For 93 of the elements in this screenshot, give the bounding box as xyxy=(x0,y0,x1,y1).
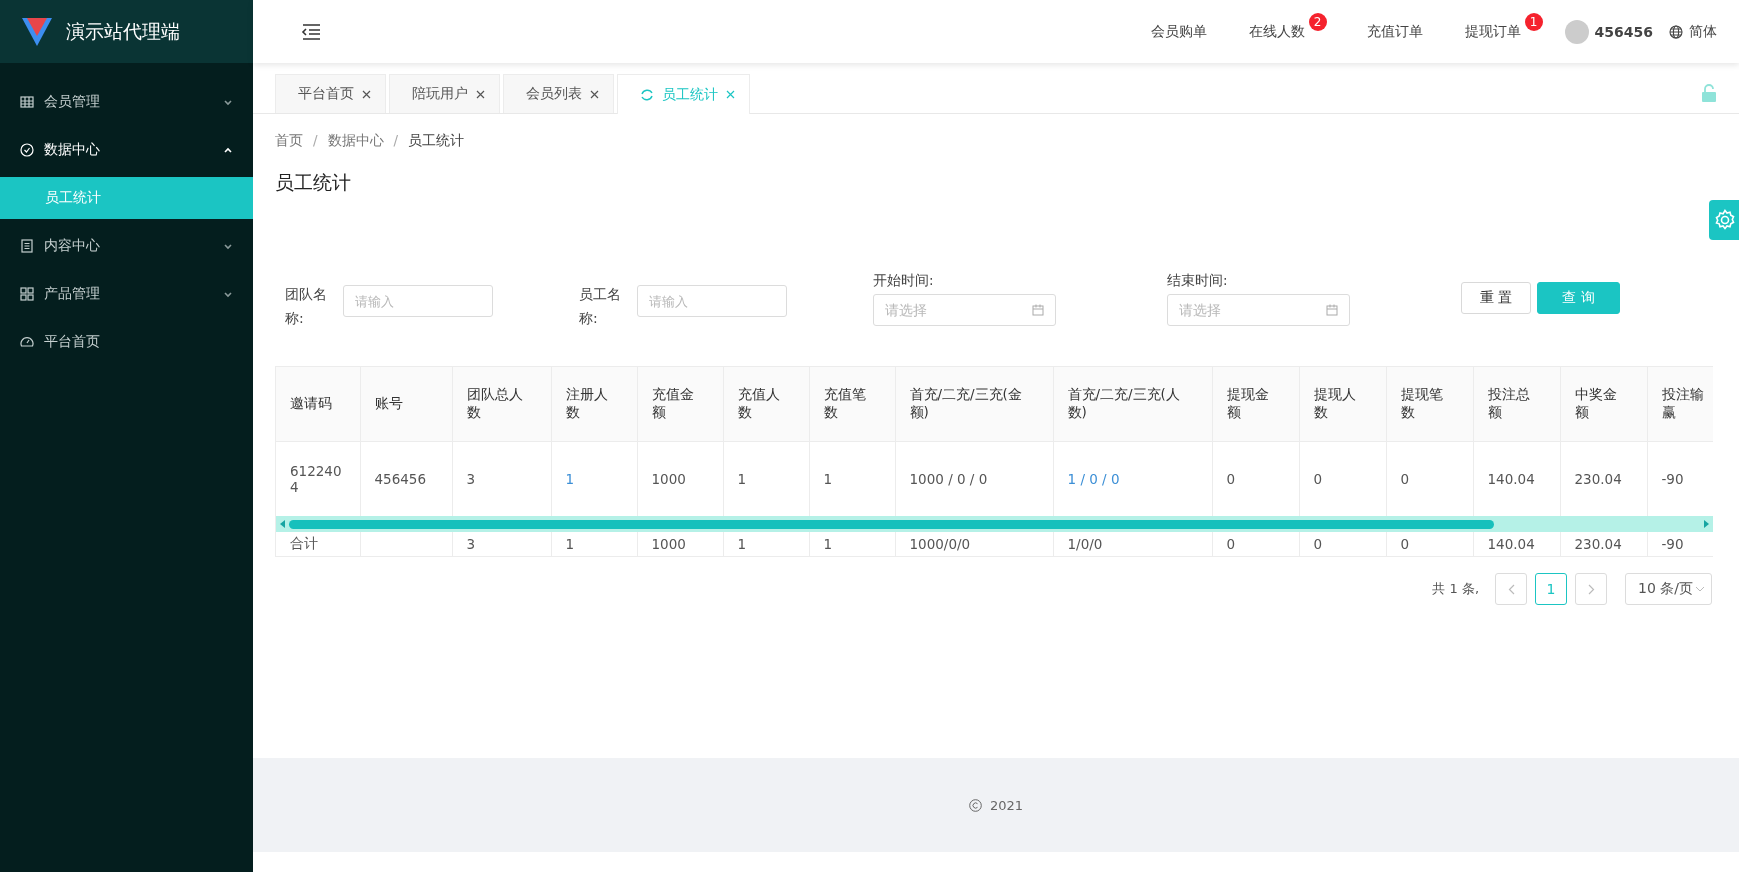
input-field[interactable]: 请输入 xyxy=(637,285,787,317)
page-title: 员工统计 xyxy=(275,170,352,195)
column-header: 充值笔数 xyxy=(809,366,895,442)
field-label: 开始时间: xyxy=(873,272,935,290)
column-header: 充值人数 xyxy=(723,366,809,442)
tab[interactable]: 平台首页 xyxy=(275,74,386,113)
menu-item[interactable]: 会员管理 xyxy=(0,78,253,126)
table-icon xyxy=(20,95,34,109)
column-header: 中奖金额 xyxy=(1560,366,1647,442)
column-header: 投注总额 xyxy=(1473,366,1560,442)
total-cell: 3 xyxy=(466,536,476,552)
close-icon[interactable] xyxy=(362,89,371,99)
chevron-icon xyxy=(223,290,233,298)
chevron-icon xyxy=(223,146,233,154)
menu-item[interactable]: 数据中心 xyxy=(0,126,253,174)
column-header: 首充/二充/三充(人数) xyxy=(1053,366,1212,442)
caret-icon xyxy=(1695,586,1705,592)
next-page-button[interactable] xyxy=(1575,573,1607,605)
breadcrumb-separator: / xyxy=(393,132,399,150)
column-header: 充值金额 xyxy=(637,366,723,442)
column-header: 提现人数 xyxy=(1299,366,1386,442)
date-field[interactable]: 请选择 xyxy=(873,294,1056,326)
tab[interactable]: 陪玩用户 xyxy=(389,74,500,113)
language-menu[interactable]: 简体 xyxy=(1689,22,1717,41)
settings-button[interactable] xyxy=(1709,200,1739,240)
chevron-icon xyxy=(223,242,233,250)
tab[interactable]: 会员列表 xyxy=(503,74,614,113)
total-cell: -90 xyxy=(1661,536,1684,552)
grid-icon xyxy=(20,287,34,301)
nav-link[interactable]: 在线人数 xyxy=(1244,22,1309,41)
column-header: 邀请码 xyxy=(276,366,360,442)
breadcrumb-item: 员工统计 xyxy=(408,132,465,150)
calendar-icon xyxy=(1032,304,1044,316)
total-cell: 0 xyxy=(1226,536,1236,552)
breadcrumb-item[interactable]: 数据中心 xyxy=(327,132,384,150)
column-header: 提现金额 xyxy=(1212,366,1299,442)
column-header: 账号 xyxy=(360,366,452,442)
column-header: 注册人数 xyxy=(551,366,637,442)
nav-link[interactable]: 会员购单 xyxy=(1146,22,1211,41)
app-title: 演示站代理端 xyxy=(66,18,180,44)
footer-text: 2021 xyxy=(989,797,1024,813)
close-icon[interactable] xyxy=(476,89,485,99)
total-cell: 0 xyxy=(1400,536,1410,552)
menu-item[interactable]: 内容中心 xyxy=(0,222,253,270)
check-circle-icon xyxy=(20,143,34,157)
menu-item[interactable]: 平台首页 xyxy=(0,318,253,366)
menu-item[interactable]: 产品管理 xyxy=(0,270,253,318)
settings-icon xyxy=(1714,209,1736,231)
avatar[interactable] xyxy=(1564,19,1589,44)
input-field[interactable]: 请输入 xyxy=(343,285,493,317)
chevron-icon xyxy=(223,98,233,106)
gauge-icon xyxy=(20,335,34,349)
reset-button[interactable]: 重 置 xyxy=(1461,282,1532,314)
total-count: 共 1 条, xyxy=(1432,580,1479,598)
breadcrumb-item[interactable]: 首页 xyxy=(275,132,303,150)
refresh-icon xyxy=(640,87,654,102)
calendar-icon xyxy=(1326,304,1338,316)
nav-link[interactable]: 提现订单 xyxy=(1460,22,1525,41)
count-badge: 1 xyxy=(1524,12,1543,31)
chevron-right-icon xyxy=(1587,583,1595,595)
total-cell: 1 xyxy=(737,536,747,552)
nav-link[interactable]: 充值订单 xyxy=(1362,22,1427,41)
horizontal-scrollbar[interactable] xyxy=(276,516,1713,532)
chevron-left-icon xyxy=(1507,583,1515,595)
menu-icon[interactable] xyxy=(301,23,321,40)
total-label: 合计 xyxy=(290,535,318,551)
column-header: 提现笔数 xyxy=(1386,366,1473,442)
close-icon[interactable] xyxy=(590,89,599,99)
column-header: 团队总人数 xyxy=(452,366,551,442)
field-label: 员工名称: xyxy=(579,285,622,328)
copyright-icon xyxy=(968,798,982,812)
user-name[interactable]: 456456 xyxy=(1594,23,1653,40)
previous-page-button[interactable] xyxy=(1495,573,1527,605)
globe-icon[interactable] xyxy=(1669,24,1683,39)
document-icon xyxy=(20,239,34,253)
column-header: 首充/二充/三充(金额) xyxy=(895,366,1053,442)
field-label: 结束时间: xyxy=(1167,272,1229,290)
column-header: 投注输赢 xyxy=(1647,366,1713,442)
total-cell: 1 xyxy=(565,536,575,552)
date-field[interactable]: 请选择 xyxy=(1167,294,1350,326)
count-badge: 2 xyxy=(1308,12,1327,31)
breadcrumb-separator: / xyxy=(313,132,318,150)
total-cell: 1/0/0 xyxy=(1067,536,1103,552)
total-cell: 1000/0/0 xyxy=(909,536,971,552)
total-cell: 0 xyxy=(1313,536,1323,552)
page-size-select[interactable]: 10 条/页 xyxy=(1625,573,1712,605)
total-cell: 140.04 xyxy=(1487,536,1535,552)
logo-icon xyxy=(22,17,52,46)
total-cell: 1000 xyxy=(651,536,686,552)
unlock-icon[interactable] xyxy=(1701,84,1717,102)
field-label: 团队名称: xyxy=(285,285,328,328)
total-cell: 230.04 xyxy=(1574,536,1622,552)
total-cell: 1 xyxy=(823,536,833,552)
